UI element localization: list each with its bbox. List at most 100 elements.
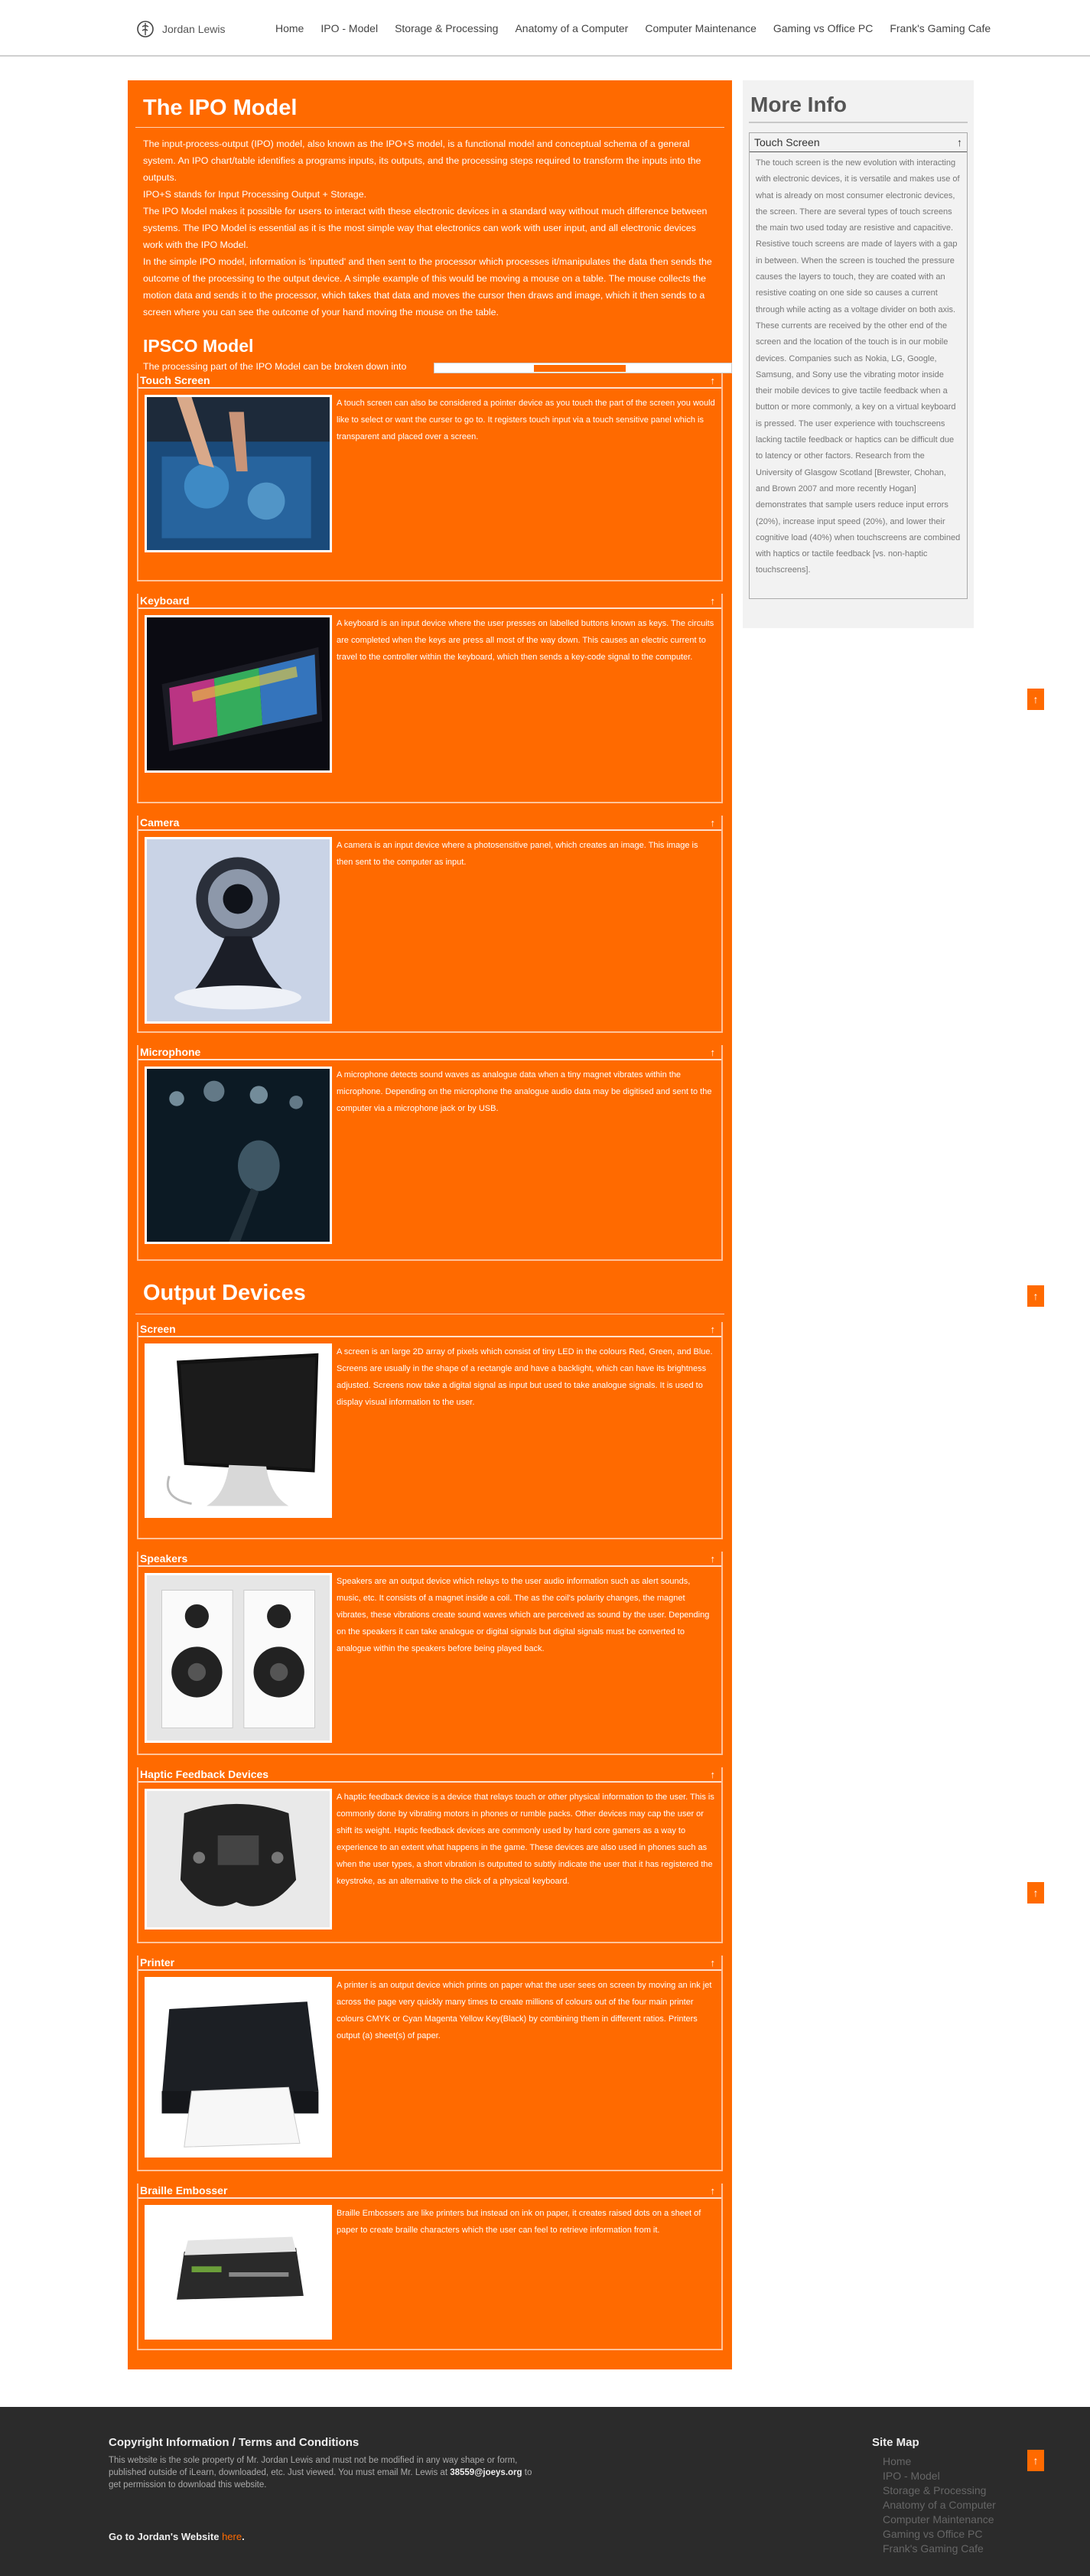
section-screen: Screen ↑ A screen is an large 2D array o…: [137, 1322, 723, 1539]
nav-home[interactable]: Home: [275, 22, 304, 34]
sitemap-list: Home IPO - Model Storage & Processing An…: [883, 2454, 996, 2556]
scrollbar-thumb[interactable]: [534, 365, 626, 372]
section-title: Speakers: [140, 1552, 188, 1565]
arrow-up-icon[interactable]: ↑: [711, 375, 716, 386]
page-title: The IPO Model: [135, 90, 724, 128]
arrow-up-icon: ↑: [1033, 2454, 1039, 2467]
arrow-up-icon: ↑: [1033, 1887, 1039, 1899]
sitemap-link-anatomy[interactable]: Anatomy of a Computer: [883, 2498, 996, 2512]
haptic-device-image: [145, 1789, 332, 1930]
intro-paragraph: The IPO Model makes it possible for user…: [143, 206, 708, 250]
arrow-up-icon[interactable]: ↑: [711, 1324, 716, 1335]
arrow-up-icon: ↑: [1033, 1290, 1039, 1302]
camera-image: [145, 837, 332, 1024]
more-info-box[interactable]: Touch Screen ↑ The touch screen is the n…: [749, 132, 968, 599]
more-info-box-header: Touch Screen ↑: [750, 133, 967, 152]
nav-storage-processing[interactable]: Storage & Processing: [395, 22, 498, 34]
section-body: A haptic feedback device is a device tha…: [138, 1783, 721, 1930]
site-header: Jordan Lewis Home IPO - Model Storage & …: [0, 0, 1090, 57]
more-info-box-title: Touch Screen: [754, 136, 820, 148]
sitemap-link-storage[interactable]: Storage & Processing: [883, 2483, 996, 2498]
contact-email[interactable]: 38559@joeys.org: [450, 2468, 522, 2477]
go-to-website-link[interactable]: here: [222, 2531, 242, 2542]
ipsco-title: IPSCO Model: [143, 336, 254, 356]
section-camera: Camera ↑ A camera is an input device whe…: [137, 816, 723, 1033]
section-text: A camera is an input device where a phot…: [337, 841, 698, 867]
nav-gaming-cafe[interactable]: Frank's Gaming Cafe: [890, 22, 991, 34]
section-header: Touch Screen ↑: [138, 373, 721, 389]
site-logo[interactable]: Jordan Lewis: [136, 20, 226, 38]
arrow-up-icon[interactable]: ↑: [957, 136, 962, 148]
arrow-up-icon[interactable]: ↑: [711, 2185, 716, 2197]
go-to-website-label: Go to Jordan's Website: [109, 2531, 220, 2542]
intro-text: The input-process-output (IPO) model, al…: [135, 135, 724, 321]
section-header: Screen ↑: [138, 1322, 721, 1337]
nav-anatomy[interactable]: Anatomy of a Computer: [515, 22, 628, 34]
section-title: Microphone: [140, 1046, 201, 1058]
sitemap-link-ipo[interactable]: IPO - Model: [883, 2469, 996, 2483]
section-header: Microphone ↑: [138, 1045, 721, 1060]
back-to-top-button[interactable]: ↑: [1027, 2450, 1044, 2471]
section-braille: Braille Embosser ↑ Braille Embossers are…: [137, 2184, 723, 2350]
section-title: Printer: [140, 1956, 175, 1969]
section-title: Touch Screen: [140, 374, 210, 386]
section-body: A touch screen can also be considered a …: [138, 389, 721, 552]
microphone-image: [145, 1067, 332, 1244]
section-microphone: Microphone ↑ A microphone detects sound …: [137, 1045, 723, 1261]
sitemap-link-gaming-office[interactable]: Gaming vs Office PC: [883, 2527, 996, 2542]
section-body: A keyboard is an input device where the …: [138, 609, 721, 773]
section-touch-screen: Touch Screen ↑ A touch screen can also b…: [137, 373, 723, 581]
output-devices-title: Output Devices: [135, 1261, 724, 1314]
arrow-up-icon[interactable]: ↑: [711, 1769, 716, 1780]
sitemap-title: Site Map: [872, 2436, 919, 2449]
section-body: A camera is an input device where a phot…: [138, 831, 721, 1024]
section-haptic: Haptic Feedback Devices ↑ A haptic feedb…: [137, 1767, 723, 1943]
sitemap-link-maintenance[interactable]: Computer Maintenance: [883, 2512, 996, 2527]
copyright-title: Copyright Information / Terms and Condit…: [109, 2436, 360, 2449]
logo-icon: [137, 21, 154, 37]
nav-maintenance[interactable]: Computer Maintenance: [645, 22, 756, 34]
arrow-up-icon[interactable]: ↑: [711, 817, 716, 829]
back-to-top-button[interactable]: ↑: [1027, 1285, 1044, 1307]
keyboard-image: [145, 615, 332, 773]
section-title: Haptic Feedback Devices: [140, 1768, 269, 1780]
section-title: Screen: [140, 1323, 176, 1335]
ipsco-text-row: The processing part of the IPO Model can…: [135, 361, 732, 373]
arrow-up-icon[interactable]: ↑: [711, 1957, 716, 1969]
section-body: Braille Embossers are like printers but …: [138, 2199, 721, 2340]
horizontal-scrollbar[interactable]: [434, 363, 732, 373]
screen-image: [145, 1343, 332, 1518]
section-body: A screen is an large 2D array of pixels …: [138, 1337, 721, 1518]
section-text: Braille Embossers are like printers but …: [337, 2209, 701, 2235]
section-title: Keyboard: [140, 594, 190, 607]
sitemap-link-home[interactable]: Home: [883, 2454, 996, 2469]
section-text: A microphone detects sound waves as anal…: [337, 1070, 712, 1113]
intro-paragraph: The input-process-output (IPO) model, al…: [143, 138, 701, 183]
sitemap-link-gaming-cafe[interactable]: Frank's Gaming Cafe: [883, 2542, 996, 2556]
speakers-image: [145, 1573, 332, 1743]
arrow-up-icon[interactable]: ↑: [711, 1047, 716, 1058]
section-title: Braille Embosser: [140, 2184, 228, 2197]
printer-image: [145, 1977, 332, 2158]
copyright-text: This website is the sole property of Mr.…: [109, 2454, 537, 2491]
site-footer: Copyright Information / Terms and Condit…: [0, 2407, 1090, 2576]
arrow-up-icon[interactable]: ↑: [711, 595, 716, 607]
back-to-top-button[interactable]: ↑: [1027, 1882, 1044, 1904]
section-header: Braille Embosser ↑: [138, 2184, 721, 2199]
section-header: Haptic Feedback Devices ↑: [138, 1767, 721, 1783]
main-content-panel: The IPO Model The input-process-output (…: [128, 80, 732, 2369]
nav-ipo-model[interactable]: IPO - Model: [320, 22, 378, 34]
back-to-top-button[interactable]: ↑: [1027, 689, 1044, 710]
intro-paragraph: IPO+S stands for Input Processing Output…: [143, 189, 367, 200]
nav-gaming-vs-office[interactable]: Gaming vs Office PC: [773, 22, 873, 34]
section-text: A keyboard is an input device where the …: [337, 619, 714, 662]
section-keyboard: Keyboard ↑ A keyboard is an input device…: [137, 594, 723, 803]
section-header: Speakers ↑: [138, 1552, 721, 1567]
section-body: A microphone detects sound waves as anal…: [138, 1060, 721, 1244]
arrow-up-icon[interactable]: ↑: [711, 1553, 716, 1565]
section-header: Keyboard ↑: [138, 594, 721, 609]
section-text: Speakers are an output device which rela…: [337, 1577, 710, 1653]
section-printer: Printer ↑ A printer is an output device …: [137, 1956, 723, 2171]
intro-paragraph: In the simple IPO model, information is …: [143, 256, 712, 318]
arrow-up-icon: ↑: [1033, 693, 1039, 705]
